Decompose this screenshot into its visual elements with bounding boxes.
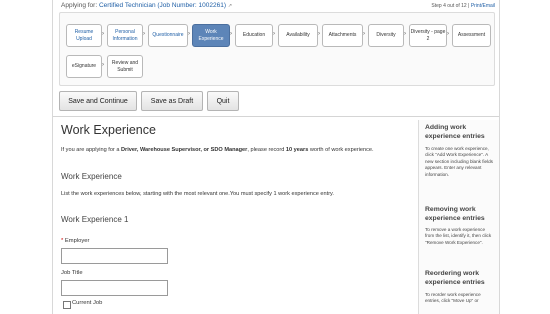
- action-button-row: Save and Continue Save as Draft Quit: [59, 91, 493, 115]
- step-diversity[interactable]: Diversity: [368, 24, 404, 47]
- application-frame: Applying for: Certified Technician (Job …: [52, 0, 500, 314]
- step-education[interactable]: Education: [235, 24, 273, 47]
- step-arrow-icon: ›: [102, 31, 104, 37]
- step-arrow-icon: ›: [188, 31, 190, 37]
- help-sidebar: Adding work experience entries To create…: [418, 120, 499, 314]
- job-title-input[interactable]: [61, 280, 168, 296]
- section-title: Work Experience: [61, 172, 122, 181]
- job-title-link[interactable]: Certified Technician (Job Number: 100226…: [99, 2, 226, 9]
- step-review-and-submit[interactable]: Review and Submit: [107, 55, 143, 78]
- step-arrow-icon: ›: [318, 31, 320, 37]
- step-arrow-icon: ›: [143, 31, 145, 37]
- step-assessment[interactable]: Assessment: [452, 24, 491, 47]
- step-personal-information[interactable]: Personal Information: [107, 24, 143, 47]
- print-email-link[interactable]: Print/Email: [471, 3, 495, 9]
- external-link-icon: ↗: [227, 3, 233, 9]
- section-instructions: List the work experiences below, startin…: [61, 191, 334, 197]
- step-arrow-icon: ›: [230, 31, 232, 37]
- help-reordering-title: Reordering work experience entries: [425, 270, 485, 286]
- step-esignature[interactable]: eSignature: [66, 55, 102, 78]
- step-questionnaire[interactable]: Questionnaire: [148, 24, 188, 47]
- help-reordering-text: To reorder work experience entries, clic…: [425, 292, 481, 304]
- required-marker: *: [61, 238, 64, 244]
- applying-label: Applying for:: [61, 2, 98, 9]
- help-removing-title: Removing work experience entries: [425, 206, 485, 222]
- step-counter: Step 4 out of 12 | Print/Email: [431, 3, 495, 9]
- step-indicator: Step 4 out of 12: [431, 3, 467, 9]
- help-removing-text: To remove a work experience from the lis…: [425, 227, 492, 245]
- step-arrow-icon: ›: [447, 31, 449, 37]
- step-diversity-page-2[interactable]: Diversity - page 2: [409, 24, 447, 47]
- current-job-label: Current Job: [72, 300, 103, 306]
- job-title-label: Job Title: [61, 270, 83, 276]
- help-adding-title: Adding work experience entries: [425, 124, 485, 140]
- save-and-continue-button[interactable]: Save and Continue: [59, 91, 137, 111]
- step-work-experience[interactable]: Work Experience: [192, 24, 230, 47]
- step-resume-upload[interactable]: Resume Upload: [66, 24, 102, 47]
- applying-for-line: Applying for: Certified Technician (Job …: [61, 2, 232, 9]
- help-adding-text: To create one work experience, click "Ad…: [425, 146, 493, 177]
- step-arrow-icon: ›: [363, 31, 365, 37]
- employer-label: * Employer: [61, 238, 90, 244]
- save-as-draft-button[interactable]: Save as Draft: [141, 91, 203, 111]
- divider: [53, 116, 499, 117]
- intro-text: If you are applying for a Driver, Wareho…: [61, 147, 374, 153]
- page-title: Work Experience: [61, 123, 156, 137]
- step-attachments[interactable]: Attachments: [322, 24, 363, 47]
- step-arrow-icon: ›: [102, 62, 104, 68]
- step-navigation: Resume Upload › Personal Information › Q…: [59, 12, 495, 86]
- current-job-checkbox[interactable]: [63, 301, 71, 309]
- step-arrow-icon: ›: [273, 31, 275, 37]
- work-experience-form: Work Experience If you are applying for …: [61, 120, 411, 314]
- employer-input[interactable]: [61, 248, 168, 264]
- quit-button[interactable]: Quit: [207, 91, 239, 111]
- step-arrow-icon: ›: [404, 31, 406, 37]
- step-availability[interactable]: Availability: [278, 24, 318, 47]
- entry-title: Work Experience 1: [61, 215, 129, 224]
